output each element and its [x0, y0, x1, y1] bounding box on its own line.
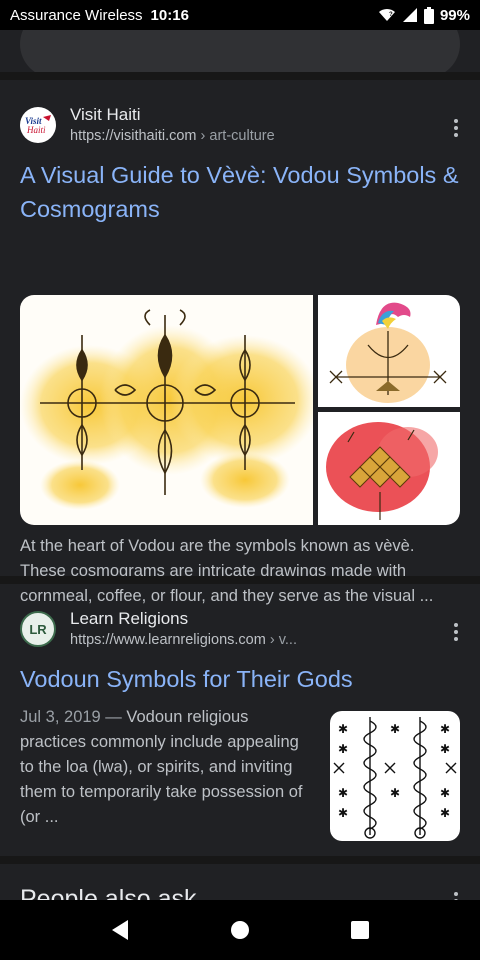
veve-cosmogram-image [20, 309, 313, 510]
back-button[interactable] [100, 910, 140, 950]
people-also-ask-heading: People also ask [20, 885, 197, 900]
url-text: https://visithaiti.com [70, 128, 197, 144]
site-name: Learn Religions [70, 609, 189, 628]
result-title[interactable]: Vodoun Symbols for Their Gods [20, 662, 460, 696]
more-options-icon[interactable] [454, 892, 458, 900]
url-breadcrumb: › art-culture [200, 128, 275, 144]
lr-logo-icon: LR [29, 621, 47, 637]
svg-text:✱: ✱ [440, 722, 450, 736]
home-button[interactable] [220, 910, 260, 950]
result-snippet: Jul 3, 2019 — Vodoun religious practices… [20, 705, 315, 830]
veve-image-bottom-right[interactable] [318, 412, 460, 525]
svg-text:✱: ✱ [338, 722, 348, 736]
wifi-icon: ? [378, 8, 395, 21]
svg-text:?: ? [389, 12, 393, 18]
site-url: https://visithaiti.com › art-culture [70, 126, 275, 146]
more-options-icon[interactable] [454, 623, 458, 641]
veve-image-top-right[interactable] [318, 295, 460, 407]
veve-pattern-image: ✱ ✱ ✱ ✱ ✱ ✱ ✱ ✱ ✱ ✱ [333, 717, 457, 839]
result-thumbnail[interactable]: ✱ ✱ ✱ ✱ ✱ ✱ ✱ ✱ ✱ ✱ [330, 711, 460, 841]
site-url: https://www.learnreligions.com › v... [70, 630, 297, 650]
svg-text:✱: ✱ [338, 806, 348, 820]
battery-level: 99% [439, 6, 470, 24]
signal-icon [402, 8, 417, 22]
back-icon [112, 920, 128, 940]
navigation-bar [0, 900, 480, 960]
svg-text:✱: ✱ [440, 806, 450, 820]
site-name: Visit Haiti [70, 105, 141, 124]
result-card: Visit Haiti Visit Haiti https://visithai… [0, 80, 480, 605]
site-favicon: Visit Haiti [20, 107, 56, 143]
carrier-name: Assurance Wireless [10, 6, 143, 24]
divider [0, 576, 480, 584]
url-breadcrumb: › v... [269, 632, 297, 648]
recents-button[interactable] [340, 910, 380, 950]
result-card: LR Learn Religions https://www.learnreli… [0, 584, 480, 854]
url-text: https://www.learnreligions.com [70, 632, 266, 648]
svg-text:Haiti: Haiti [26, 125, 46, 135]
status-bar: Assurance Wireless 10:16 ? 99% [0, 0, 480, 30]
visit-haiti-logo-icon: Visit Haiti [25, 115, 51, 135]
search-bar[interactable] [20, 30, 460, 78]
site-info[interactable]: Visit Haiti Visit Haiti https://visithai… [20, 104, 275, 146]
svg-text:✱: ✱ [338, 786, 348, 800]
divider [0, 856, 480, 864]
veve-colorful-image [329, 302, 447, 403]
svg-text:✱: ✱ [338, 742, 348, 756]
result-date: Jul 3, 2019 — [20, 708, 122, 726]
svg-text:✱: ✱ [390, 786, 400, 800]
recents-icon [351, 921, 369, 939]
home-icon [231, 921, 249, 939]
svg-text:✱: ✱ [440, 786, 450, 800]
divider [0, 72, 480, 80]
site-favicon: LR [20, 611, 56, 647]
veve-red-image [326, 422, 438, 520]
image-grid [20, 295, 460, 525]
battery-icon [423, 6, 434, 24]
svg-text:✱: ✱ [390, 722, 400, 736]
veve-image-main[interactable] [20, 295, 313, 525]
more-options-icon[interactable] [454, 119, 458, 137]
clock: 10:16 [150, 6, 189, 24]
search-results: Visit Haiti Visit Haiti https://visithai… [0, 30, 480, 900]
result-title[interactable]: A Visual Guide to Vèvè: Vodou Symbols & … [20, 158, 460, 226]
svg-text:✱: ✱ [440, 742, 450, 756]
site-info[interactable]: LR Learn Religions https://www.learnreli… [20, 608, 297, 650]
